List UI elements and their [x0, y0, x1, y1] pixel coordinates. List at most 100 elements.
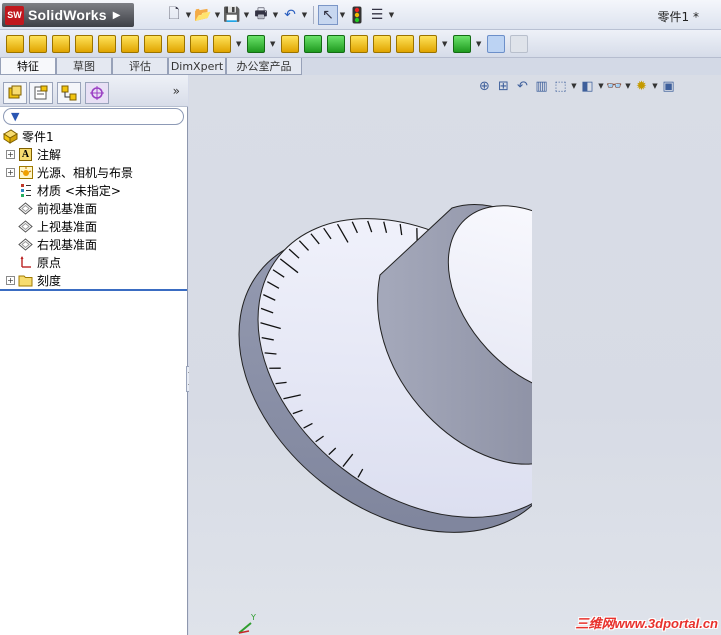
- tab-office-products[interactable]: 办公室产品: [226, 58, 302, 75]
- feature-manager-panel: » ▼ 零件1 + A 注解 + 光源、相机与布景 材质 <未指定> 前视基准面: [0, 75, 188, 635]
- folder-icon: [18, 273, 33, 288]
- knob-3d-model[interactable]: [189, 75, 721, 635]
- tree-item-label: 原点: [37, 255, 62, 270]
- solidworks-logo-icon: SW: [5, 5, 24, 25]
- undo-icon[interactable]: ↶: [280, 5, 300, 25]
- curves-icon[interactable]: [453, 34, 471, 53]
- print-icon[interactable]: 🖶: [251, 5, 271, 25]
- graphics-area[interactable]: ⊕ ⊞ ↶ ▥ ⬚ ▼ ◧ ▼ 👓 ▼ ✹ ▼ ▣ Y 三维网www.3dpor…: [189, 75, 721, 635]
- expand-panel-icon[interactable]: »: [173, 84, 180, 98]
- tree-root-part[interactable]: 零件1: [3, 127, 54, 145]
- expand-icon[interactable]: +: [6, 167, 15, 177]
- tree-item-label: 光源、相机与布景: [37, 165, 134, 180]
- part-icon: [3, 128, 18, 144]
- plane-icon: [18, 219, 33, 234]
- undo-dropdown-icon[interactable]: ▼: [300, 5, 309, 25]
- annotation-icon: A: [18, 147, 33, 162]
- rollback-bar[interactable]: [0, 289, 187, 291]
- rib-icon[interactable]: [281, 34, 299, 53]
- reference-geometry-icon[interactable]: [419, 34, 437, 53]
- tree-item-label: 注解: [37, 147, 62, 162]
- lights-scene-icon: [18, 165, 33, 180]
- toolbar-separator: [313, 6, 314, 24]
- app-brand: SolidWorks: [28, 7, 107, 23]
- triad-y-label: Y: [250, 613, 256, 622]
- tree-item-label: 刻度: [37, 273, 62, 288]
- coordinate-triad: Y: [238, 613, 256, 634]
- tree-root-label: 零件1: [22, 129, 54, 144]
- tree-item-label: 材质 <未指定>: [37, 183, 121, 198]
- tree-item-top-plane[interactable]: 上视基准面: [18, 217, 97, 235]
- tab-evaluate[interactable]: 评估: [112, 58, 168, 75]
- feature-tree-filter[interactable]: ▼: [3, 108, 184, 125]
- dimxpert-manager-tab-icon[interactable]: [85, 82, 109, 104]
- open-dropdown-icon[interactable]: ▼: [213, 5, 222, 25]
- menu-expand-icon: ▶: [112, 9, 121, 21]
- select-cursor-icon[interactable]: ↖: [318, 5, 338, 25]
- swept-cut-icon[interactable]: [167, 34, 185, 53]
- curves-dropdown-icon[interactable]: ▼: [476, 35, 484, 53]
- tree-item-front-plane[interactable]: 前视基准面: [18, 199, 97, 217]
- tree-item-label: 右视基准面: [37, 237, 98, 252]
- command-manager-tabs: 特征 草图 评估 DimXpert 办公室产品: [0, 58, 721, 75]
- tab-features[interactable]: 特征: [0, 58, 56, 75]
- watermark-text: 三维网www.3dportal.cn: [575, 616, 718, 631]
- tree-item-scale-folder[interactable]: + 刻度: [6, 271, 61, 289]
- fillet-icon[interactable]: [213, 34, 231, 53]
- reference-geometry-dropdown-icon[interactable]: ▼: [442, 35, 450, 53]
- hole-wizard-icon[interactable]: [121, 34, 139, 53]
- rebuild-traffic-light-icon[interactable]: [347, 5, 367, 25]
- revolved-cut-icon[interactable]: [144, 34, 162, 53]
- extruded-boss-icon[interactable]: [6, 34, 24, 53]
- options-icon[interactable]: ☰: [367, 5, 387, 25]
- linear-pattern-icon[interactable]: [247, 34, 265, 53]
- print-dropdown-icon[interactable]: ▼: [271, 5, 280, 25]
- save-dropdown-icon[interactable]: ▼: [242, 5, 251, 25]
- tree-item-annotations[interactable]: + A 注解: [6, 145, 61, 163]
- wrap-icon[interactable]: [350, 34, 368, 53]
- tree-item-material[interactable]: 材质 <未指定>: [18, 181, 121, 199]
- origin-icon: [18, 255, 33, 270]
- command-manager-toolbar: ▼ ▼ ▼ ▼: [0, 30, 721, 58]
- extruded-cut-icon[interactable]: [98, 34, 116, 53]
- standard-toolbar: 🗋 ▼ 📂 ▼ 💾 ▼ 🖶 ▼ ↶ ▼ ↖ ▼ ☰ ▼: [164, 5, 396, 25]
- document-title: 零件1 *: [657, 10, 699, 24]
- fillet-dropdown-icon[interactable]: ▼: [236, 35, 244, 53]
- options-dropdown-icon[interactable]: ▼: [387, 5, 396, 25]
- panel-tab-bar: »: [0, 75, 188, 107]
- pattern-dropdown-icon[interactable]: ▼: [270, 35, 278, 53]
- dome-icon[interactable]: [373, 34, 391, 53]
- draft-icon[interactable]: [304, 34, 322, 53]
- instant3d-icon[interactable]: [487, 34, 505, 53]
- swept-boss-icon[interactable]: [52, 34, 70, 53]
- open-folder-icon[interactable]: 📂: [193, 5, 213, 25]
- solidworks-menu-button[interactable]: SW SolidWorks ▶: [2, 3, 134, 27]
- configuration-manager-tab-icon[interactable]: [57, 82, 81, 104]
- lofted-boss-icon[interactable]: [75, 34, 93, 53]
- filter-icon: ▼: [11, 110, 20, 123]
- expand-icon[interactable]: +: [6, 149, 15, 159]
- revolved-boss-icon[interactable]: [29, 34, 47, 53]
- lofted-cut-icon[interactable]: [190, 34, 208, 53]
- expand-icon[interactable]: +: [6, 275, 15, 285]
- plane-icon: [18, 237, 33, 252]
- mirror-icon[interactable]: [396, 34, 414, 53]
- disabled-feature-icon: [510, 34, 528, 53]
- material-icon: [18, 183, 33, 198]
- plane-icon: [18, 201, 33, 216]
- select-dropdown-icon[interactable]: ▼: [338, 5, 347, 25]
- tree-item-label: 上视基准面: [37, 219, 98, 234]
- shell-icon[interactable]: [327, 34, 345, 53]
- save-icon[interactable]: 💾: [222, 5, 242, 25]
- tree-item-lights-cameras-scene[interactable]: + 光源、相机与布景: [6, 163, 133, 181]
- property-manager-tab-icon[interactable]: [29, 82, 53, 104]
- title-bar: SW SolidWorks ▶ 🗋 ▼ 📂 ▼ 💾 ▼ 🖶 ▼ ↶ ▼ ↖ ▼ ☰ ▼ 零件1…: [0, 0, 721, 30]
- tree-item-origin[interactable]: 原点: [18, 253, 61, 271]
- feature-manager-tab-icon[interactable]: [3, 82, 27, 104]
- tab-sketch[interactable]: 草图: [56, 58, 112, 75]
- tree-item-right-plane[interactable]: 右视基准面: [18, 235, 97, 253]
- new-document-icon[interactable]: 🗋: [164, 5, 184, 25]
- new-dropdown-icon[interactable]: ▼: [184, 5, 193, 25]
- tab-dimxpert[interactable]: DimXpert: [168, 58, 226, 75]
- tree-item-label: 前视基准面: [37, 201, 98, 216]
